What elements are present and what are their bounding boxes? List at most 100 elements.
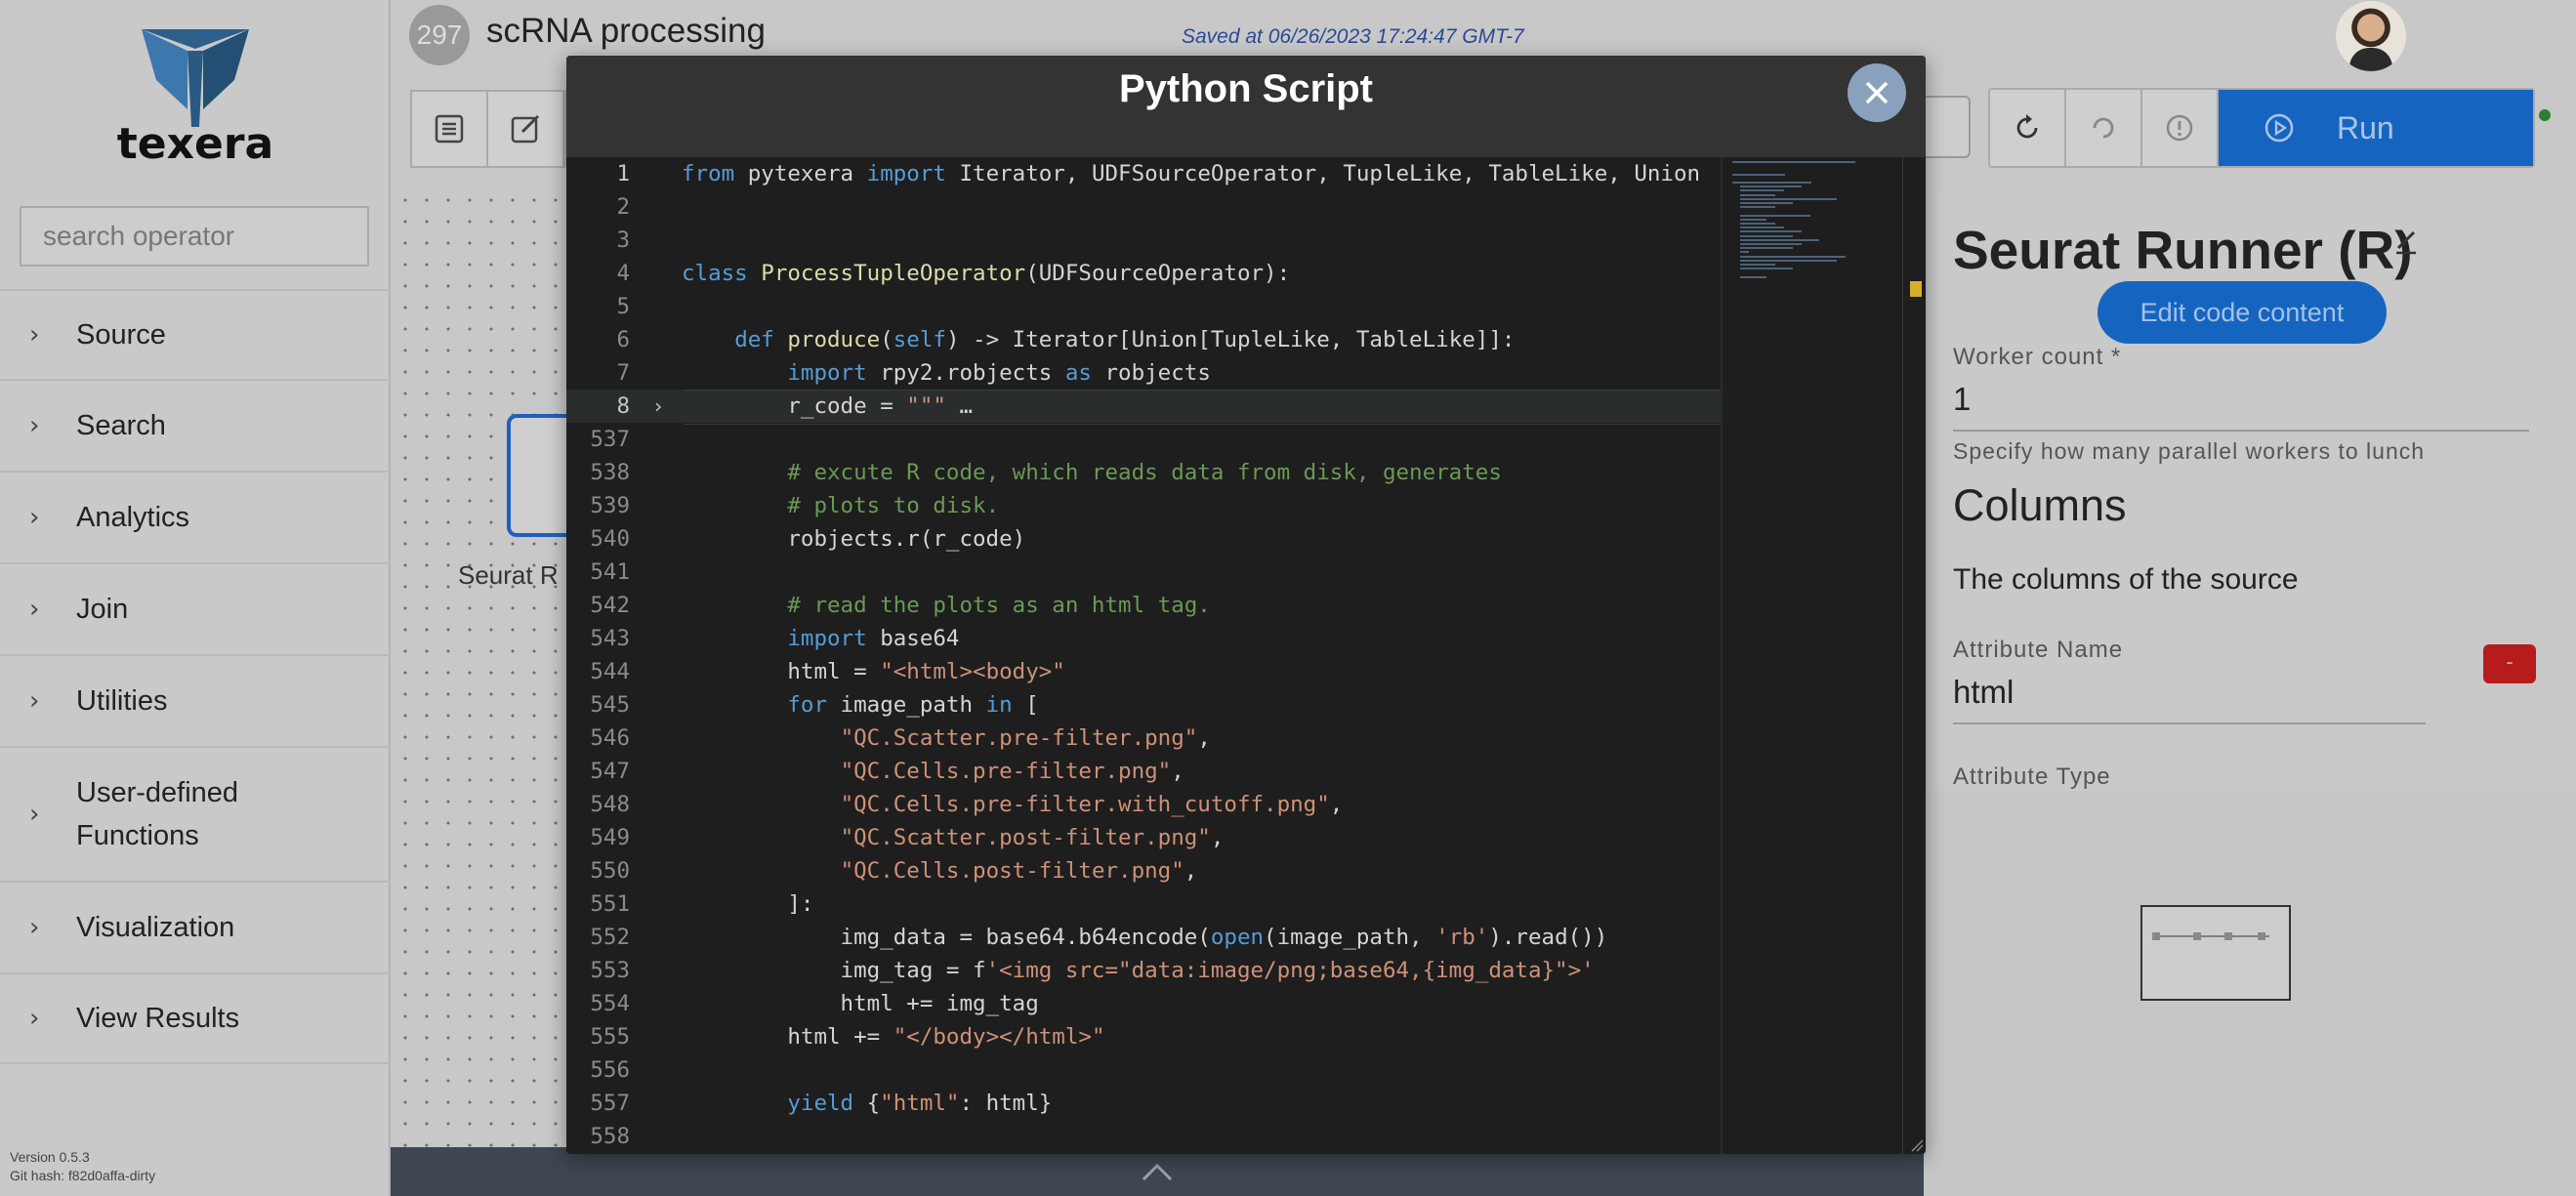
refresh-button[interactable] [1990, 90, 2066, 166]
line-number: 540 [590, 526, 630, 552]
code-line[interactable]: 550 "QC.Cells.post-filter.png", [566, 854, 1721, 887]
code-line[interactable]: 555 html += "</body></html>" [566, 1020, 1721, 1053]
code-line[interactable]: 547 "QC.Cells.pre-filter.png", [566, 755, 1721, 788]
code-minimap[interactable] [1721, 157, 1902, 1154]
pencil-icon[interactable] [2392, 227, 2420, 256]
chevron-right-icon: › [29, 503, 40, 532]
user-avatar[interactable] [2336, 1, 2406, 71]
category-user-defined-functions[interactable]: › User-defined Functions [0, 746, 391, 881]
category-analytics[interactable]: › Analytics [0, 471, 391, 562]
code-token: "QC.Cells.post-filter.png" [840, 858, 1184, 884]
code-token: yield [787, 1091, 854, 1116]
editor-scrollbar[interactable] [1902, 157, 1926, 1154]
code-token: """ [906, 393, 946, 419]
code-token: , [1329, 792, 1344, 817]
code-line[interactable]: 6 def produce(self) -> Iterator[Union[Tu… [566, 323, 1721, 356]
code-line[interactable]: 543 import base64 [566, 622, 1721, 655]
remove-column-button[interactable]: - [2483, 644, 2536, 683]
code-text: "QC.Cells.pre-filter.png", [682, 755, 1184, 788]
code-token: def [734, 327, 774, 352]
line-number: 549 [590, 825, 630, 850]
worker-count-input[interactable]: 1 [1953, 381, 2529, 432]
close-dialog-button[interactable] [1848, 63, 1906, 122]
code-line[interactable]: 552 img_data = base64.b64encode(open(ima… [566, 921, 1721, 954]
code-line[interactable]: 4 class ProcessTupleOperator(UDFSourceOpe… [566, 257, 1721, 290]
play-circle-icon [2264, 113, 2294, 143]
result-panel-toggle[interactable] [391, 1147, 1924, 1196]
version-info: Version 0.5.3 Git hash: f82d0affa-dirty [10, 1148, 155, 1185]
code-line[interactable]: 1 from pytexera import Iterator, UDFSourc… [566, 157, 1721, 190]
category-label: Utilities [76, 685, 168, 717]
code-line[interactable]: 538 # excute R code, which reads data fr… [566, 456, 1721, 489]
code-line[interactable]: 2 [566, 190, 1721, 224]
run-button[interactable]: Run [2219, 90, 2533, 166]
code-line[interactable]: 556 [566, 1053, 1721, 1087]
code-line[interactable]: 539 # plots to disk. [566, 489, 1721, 522]
code-line[interactable]: 553 img_tag = f'<img src="data:image/png… [566, 954, 1721, 987]
code-text: html = "<html><body>" [682, 655, 1065, 688]
code-token: "</body></html>" [893, 1024, 1105, 1050]
minimap-line [1740, 186, 1802, 188]
list-view-button[interactable] [412, 92, 488, 166]
code-line[interactable]: 558 [566, 1120, 1721, 1153]
code-token: html += [682, 1024, 893, 1050]
redo-button[interactable] [2066, 90, 2142, 166]
code-token: , [1197, 725, 1211, 751]
category-utilities[interactable]: › Utilities [0, 654, 391, 746]
line-number: 3 [616, 227, 630, 253]
fold-chevron-icon[interactable]: › [652, 390, 664, 423]
exclamation-circle-icon [2166, 114, 2193, 142]
code-token: image_path [827, 692, 986, 718]
code-line[interactable]: 542 # read the plots as an html tag. [566, 589, 1721, 622]
code-line[interactable]: 7 import rpy2.robjects as robjects [566, 356, 1721, 390]
edit-code-button[interactable]: Edit code content [2098, 281, 2387, 344]
code-line[interactable]: 551 ]: [566, 887, 1721, 921]
code-editor[interactable]: 1 from pytexera import Iterator, UDFSourc… [566, 157, 1926, 1154]
attribute-name-input[interactable]: html [1953, 674, 2426, 724]
line-number: 7 [616, 360, 630, 386]
code-token: , [1210, 825, 1225, 850]
code-line[interactable]: 554 html += img_tag [566, 987, 1721, 1020]
line-number: 2 [616, 194, 630, 220]
category-join[interactable]: › Join [0, 562, 391, 654]
code-token: [ [1012, 692, 1039, 718]
code-line[interactable]: 546 "QC.Scatter.pre-filter.png", [566, 722, 1721, 755]
edit-workflow-button[interactable] [488, 92, 564, 166]
code-line[interactable]: 3 [566, 224, 1721, 257]
code-line[interactable]: 557 yield {"html": html} [566, 1087, 1721, 1120]
category-search[interactable]: › Search [0, 379, 391, 471]
code-token: ProcessTupleOperator [761, 261, 1026, 286]
code-line[interactable]: 544 html = "<html><body>" [566, 655, 1721, 688]
code-line[interactable]: 548 "QC.Cells.pre-filter.with_cutoff.png… [566, 788, 1721, 821]
minimap-line [1740, 230, 1802, 233]
code-line[interactable]: 549 "QC.Scatter.post-filter.png", [566, 821, 1721, 854]
resize-handle-icon[interactable] [1908, 1136, 1924, 1152]
code-line[interactable]: 8 › r_code = """ … [566, 390, 1721, 425]
code-text: "QC.Scatter.pre-filter.png", [682, 722, 1211, 755]
minimap-line [1740, 197, 1837, 200]
code-line[interactable]: 540 robjects.r(r_code) [566, 522, 1721, 556]
redo-icon [2093, 117, 2114, 139]
validate-button[interactable] [2142, 90, 2219, 166]
code-line[interactable]: 5 [566, 290, 1721, 323]
category-view-results[interactable]: › View Results [0, 972, 391, 1064]
code-line[interactable]: 537 [566, 423, 1721, 456]
line-number: 548 [590, 792, 630, 817]
line-number: 543 [590, 626, 630, 651]
category-visualization[interactable]: › Visualization [0, 881, 391, 972]
canvas-minimap[interactable] [2140, 905, 2291, 1001]
code-line[interactable]: 541 [566, 556, 1721, 589]
line-number: 541 [590, 559, 630, 585]
code-token: from [682, 161, 735, 186]
workflow-title[interactable]: scRNA processing [486, 12, 766, 51]
operator-search-input[interactable]: search operator [20, 206, 369, 267]
code-line[interactable]: 545 for image_path in [ [566, 688, 1721, 722]
category-source[interactable]: › Source [0, 289, 391, 379]
code-token: pytexera [734, 161, 867, 186]
minimap-line [1740, 223, 1775, 225]
category-label: User-defined Functions [76, 777, 239, 851]
